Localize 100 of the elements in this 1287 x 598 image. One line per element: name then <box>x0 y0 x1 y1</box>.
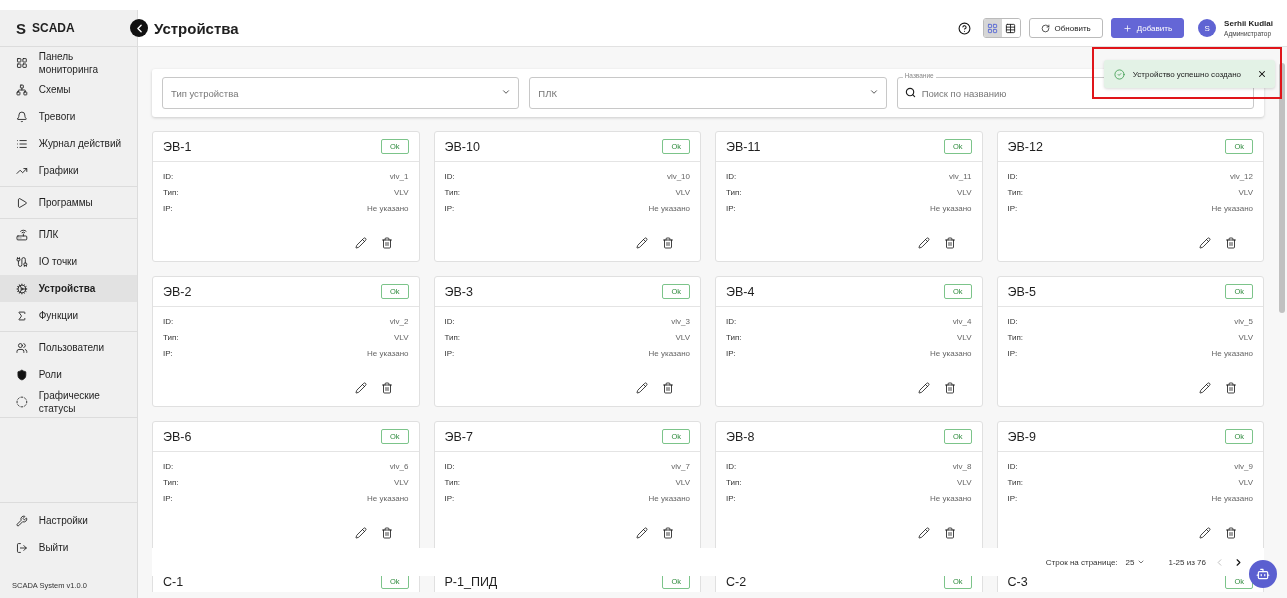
check-circle-icon <box>1113 68 1125 80</box>
edit-button[interactable] <box>917 527 930 539</box>
rows-per-page-select[interactable]: 25 <box>1125 557 1145 567</box>
page-range: 1-25 из 76 <box>1168 557 1206 567</box>
field-label: IP: <box>1007 348 1018 360</box>
close-button[interactable] <box>1257 69 1267 79</box>
delete-button[interactable] <box>662 527 674 539</box>
edit-button[interactable] <box>636 237 648 249</box>
device-name: С-2 <box>726 574 747 589</box>
field-label: Тип: <box>1007 477 1024 489</box>
delete-button[interactable] <box>1225 237 1237 249</box>
edit-button[interactable] <box>354 527 367 539</box>
sidebar-item[interactable]: Тревоги <box>0 103 137 130</box>
delete-button[interactable] <box>1225 527 1237 539</box>
delete-button[interactable] <box>943 527 956 539</box>
edit-button[interactable] <box>636 527 648 539</box>
field-value: Не указано <box>930 203 972 215</box>
field-label: IP: <box>1007 203 1018 215</box>
sidebar-item[interactable]: Выйти <box>0 534 137 561</box>
field-value: vlv_4 <box>952 316 972 328</box>
field-label: Тип: <box>726 477 742 489</box>
sidebar-item[interactable]: Функции <box>0 302 137 329</box>
robot-icon <box>1256 567 1270 581</box>
field-label: Тип: <box>163 477 179 489</box>
field-value: Не указано <box>1211 493 1253 505</box>
delete-button[interactable] <box>662 382 674 394</box>
sidebar-item[interactable]: Графики <box>0 157 137 184</box>
delete-button[interactable] <box>943 382 956 394</box>
sidebar-item[interactable]: Пользователи <box>0 334 137 361</box>
add-button[interactable]: Добавить <box>1110 18 1185 38</box>
bell-icon <box>16 110 28 123</box>
field-value: vlv_9 <box>1234 461 1253 473</box>
edit-button[interactable] <box>917 237 930 249</box>
field-value: Не указано <box>930 493 972 505</box>
rows-per-page-label: Строк на странице: <box>1045 557 1118 567</box>
field-value: vlv_12 <box>1229 171 1253 183</box>
edit-button[interactable] <box>917 382 930 394</box>
device-name: ЭВ-2 <box>163 284 192 299</box>
field-label: IP: <box>163 203 173 215</box>
caret-icon <box>1136 558 1145 566</box>
cable-icon <box>16 255 28 268</box>
wrench-icon <box>16 514 28 527</box>
delete-button[interactable] <box>943 237 956 249</box>
list-icon <box>16 137 28 150</box>
edit-button[interactable] <box>1199 237 1211 249</box>
dropdown-caret-icon <box>501 87 512 97</box>
field-value: vlv_11 <box>948 171 972 183</box>
field-label: ID: <box>1007 316 1018 328</box>
page-title: Устройства <box>154 19 240 37</box>
sidebar-item[interactable]: Устройства <box>0 275 137 302</box>
device-name: ЭВ-1 <box>163 139 192 154</box>
edit-button[interactable] <box>636 382 648 394</box>
field-value: vlv_3 <box>671 316 690 328</box>
logo-mark: S <box>16 19 26 37</box>
collapse-button[interactable] <box>130 19 148 37</box>
select-field[interactable]: ПЛК <box>529 77 887 109</box>
help-button[interactable] <box>957 21 971 35</box>
field-label: Тип: <box>444 477 461 489</box>
field-value: VLV <box>393 477 409 489</box>
delete-button[interactable] <box>380 527 393 539</box>
field-label: ID: <box>444 316 455 328</box>
sidebar-item[interactable]: Журнал действий <box>0 130 137 157</box>
field-label: ID: <box>163 461 174 473</box>
field-value: VLV <box>1238 187 1253 199</box>
edit-button[interactable] <box>354 237 367 249</box>
field-value: VLV <box>1238 332 1253 344</box>
device-name: ЭВ-10 <box>444 139 480 154</box>
field-value: Не указано <box>367 203 409 215</box>
sidebar-item[interactable]: Программы <box>0 189 137 216</box>
sidebar-item[interactable]: Графические статусы <box>0 388 137 415</box>
device-name: ЭВ-5 <box>1007 284 1036 299</box>
sidebar-item[interactable]: Роли <box>0 361 137 388</box>
edit-button[interactable] <box>1199 382 1211 394</box>
field-label: ID: <box>726 316 737 328</box>
delete-button[interactable] <box>380 237 393 249</box>
select-field[interactable]: Тип устройства <box>162 77 520 109</box>
plus-icon <box>1122 23 1132 33</box>
sidebar-item[interactable]: Настройки <box>0 507 137 534</box>
delete-button[interactable] <box>662 237 674 249</box>
field-label: ID: <box>444 461 455 473</box>
field-value: VLV <box>675 332 690 344</box>
edit-button[interactable] <box>354 382 367 394</box>
delete-button[interactable] <box>1225 382 1237 394</box>
sidebar-item[interactable]: IO точки <box>0 248 137 275</box>
field-label: ID: <box>444 171 455 183</box>
field-value: VLV <box>393 187 409 199</box>
sidebar-item[interactable]: Схемы <box>0 76 137 103</box>
device-name: ЭВ-12 <box>1007 139 1043 154</box>
delete-button[interactable] <box>380 382 393 394</box>
sidebar-item[interactable]: Панель мониторинга <box>0 49 137 76</box>
field-label: IP: <box>726 493 736 505</box>
field-label: Тип: <box>444 332 461 344</box>
edit-button[interactable] <box>1199 527 1211 539</box>
device-name: ЭВ-6 <box>163 429 192 444</box>
logo-text: SCADA <box>32 21 75 35</box>
sidebar-item[interactable]: ПЛК <box>0 221 137 248</box>
field-label: IP: <box>444 203 455 215</box>
scrollbar-thumb[interactable] <box>1279 63 1285 313</box>
refresh-button[interactable]: Обновить <box>1028 18 1103 38</box>
field-value: VLV <box>1238 477 1253 489</box>
